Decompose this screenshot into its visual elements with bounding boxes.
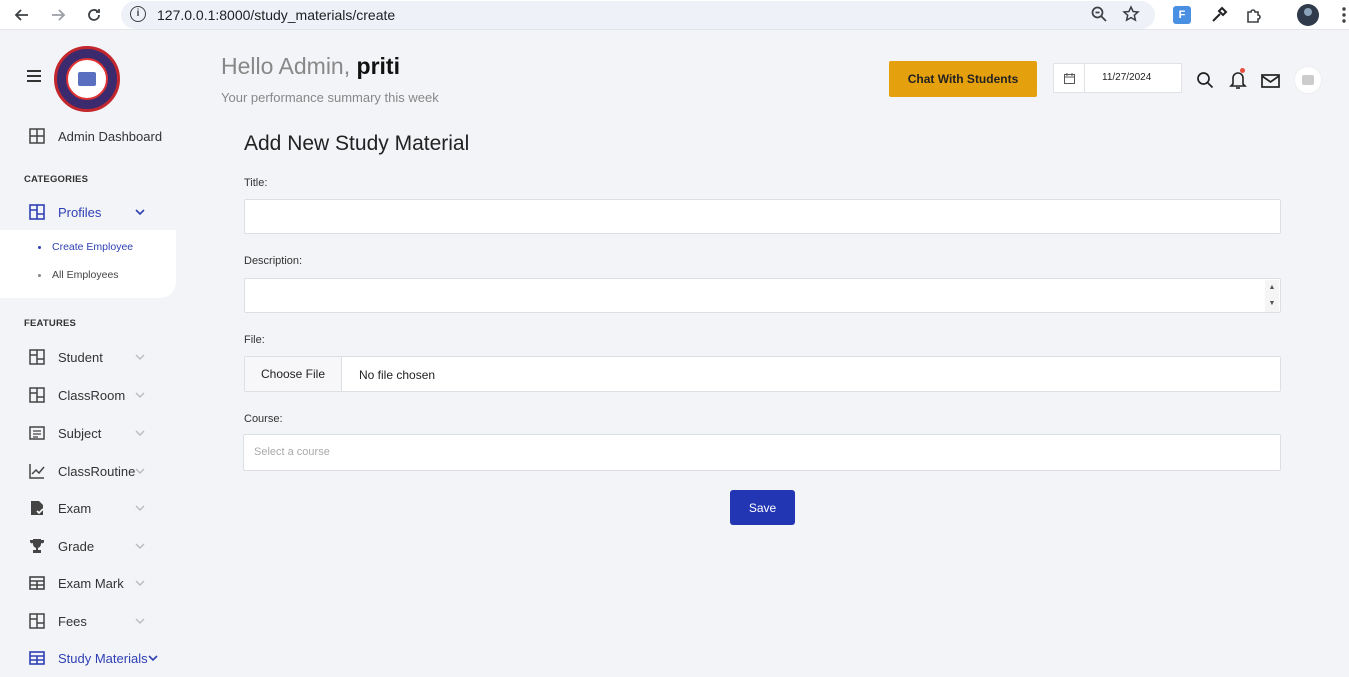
file-input[interactable]: Choose File No file chosen xyxy=(244,356,1281,392)
sidebar-item-subject[interactable]: Subject xyxy=(0,421,176,445)
course-placeholder: Select a course xyxy=(254,446,330,458)
sidebar-item-label: Profiles xyxy=(58,204,102,220)
mail-icon[interactable] xyxy=(1261,73,1281,93)
sidebar-item-label: Exam Mark xyxy=(58,575,124,591)
sidebar-item-label: Student xyxy=(58,349,103,365)
no-file-text: No file chosen xyxy=(359,368,436,382)
chevron-down-icon xyxy=(135,579,145,587)
extensions-puzzle-icon[interactable] xyxy=(1243,4,1265,26)
file-label: File: xyxy=(244,334,265,346)
sidebar-item-student[interactable]: Student xyxy=(0,345,176,369)
site-info-icon[interactable]: i xyxy=(130,6,146,22)
chevron-down-icon xyxy=(135,504,145,512)
sidebar-item-profiles[interactable]: Profiles xyxy=(0,200,176,224)
description-input[interactable]: ▲ ▼ xyxy=(244,278,1281,313)
trophy-icon xyxy=(29,538,45,554)
course-label: Course: xyxy=(244,413,283,425)
sidebar-item-label: ClassRoom xyxy=(58,387,126,403)
line-chart-icon xyxy=(29,463,45,479)
chevron-down-icon xyxy=(135,391,145,399)
bell-icon[interactable] xyxy=(1229,70,1249,90)
layout-icon xyxy=(29,613,45,629)
extension-f-icon[interactable]: F xyxy=(1173,6,1191,24)
browser-profile-avatar[interactable] xyxy=(1297,4,1319,26)
features-heading: FEATURES xyxy=(24,318,77,329)
sidebar-item-label: ClassRoutine xyxy=(58,463,136,479)
layout-icon xyxy=(29,387,45,403)
document-lines-icon xyxy=(29,425,45,441)
scroll-down-icon[interactable]: ▼ xyxy=(1265,296,1279,312)
sidebar-item-label: Study Materials xyxy=(58,650,148,666)
url-text[interactable]: 127.0.0.1:8000/study_materials/create xyxy=(157,7,395,23)
title-input[interactable] xyxy=(244,199,1281,234)
greeting: Hello Admin, priti xyxy=(221,53,400,80)
browser-toolbar: i 127.0.0.1:8000/study_materials/create … xyxy=(0,0,1349,30)
chevron-down-icon xyxy=(135,353,145,361)
sidebar: Admin Dashboard CATEGORIES Profiles Crea… xyxy=(0,38,176,677)
greeting-subtitle: Your performance summary this week xyxy=(221,90,439,105)
sidebar-item-fees[interactable]: Fees xyxy=(0,609,176,633)
sidebar-item-label: Grade xyxy=(58,538,95,554)
title-label: Title: xyxy=(244,177,268,189)
zoom-icon[interactable] xyxy=(1090,5,1110,25)
date-picker[interactable]: 11/27/2024 xyxy=(1053,63,1182,93)
save-button[interactable]: Save xyxy=(730,490,795,525)
chevron-down-icon xyxy=(135,542,145,550)
choose-file-button[interactable]: Choose File xyxy=(245,357,342,391)
scroll-up-icon[interactable]: ▲ xyxy=(1265,280,1279,296)
back-icon[interactable] xyxy=(11,4,33,26)
profiles-submenu: Create Employee All Employees xyxy=(0,230,176,298)
eyedropper-icon[interactable] xyxy=(1208,4,1230,26)
chevron-down-icon xyxy=(135,617,145,625)
date-value[interactable]: 11/27/2024 xyxy=(1102,72,1151,83)
chevron-down-icon xyxy=(135,467,145,475)
address-bar[interactable]: i 127.0.0.1:8000/study_materials/create xyxy=(121,1,1155,29)
sidebar-item-exam[interactable]: Exam xyxy=(0,496,176,520)
sidebar-item-exam-mark[interactable]: Exam Mark xyxy=(0,571,176,595)
school-logo xyxy=(54,46,120,112)
sidebar-item-classroutine[interactable]: ClassRoutine xyxy=(0,459,176,483)
notification-dot xyxy=(1240,68,1245,73)
grid-icon xyxy=(29,128,45,144)
sidebar-item-label: Exam xyxy=(58,500,92,516)
sidebar-item-classroom[interactable]: ClassRoom xyxy=(0,383,176,407)
chevron-down-icon xyxy=(135,429,145,437)
calendar-icon[interactable] xyxy=(1054,64,1085,92)
table-icon xyxy=(29,575,45,591)
form-title: Add New Study Material xyxy=(244,132,470,155)
greeting-prefix: Hello Admin, xyxy=(221,53,351,79)
browser-menu-icon[interactable] xyxy=(1333,4,1349,26)
categories-heading: CATEGORIES xyxy=(24,174,89,185)
hamburger-menu-icon[interactable] xyxy=(27,70,41,82)
chevron-down-icon xyxy=(135,208,145,216)
sidebar-item-admin-dashboard[interactable]: Admin Dashboard xyxy=(0,124,176,148)
submenu-item-all-employees[interactable]: All Employees xyxy=(38,269,119,281)
user-avatar[interactable] xyxy=(1294,66,1322,94)
file-check-icon xyxy=(29,500,45,516)
greeting-name: priti xyxy=(356,53,400,79)
sidebar-item-study-materials[interactable]: Study Materials xyxy=(0,646,176,670)
layout-icon xyxy=(29,349,45,365)
search-icon[interactable] xyxy=(1196,71,1216,91)
sidebar-item-label: Fees xyxy=(58,613,87,629)
table-icon xyxy=(29,650,45,666)
sidebar-item-label: Admin Dashboard xyxy=(58,128,163,144)
forward-icon[interactable] xyxy=(47,4,69,26)
chevron-down-icon xyxy=(148,654,158,662)
layout-icon xyxy=(29,204,45,220)
submenu-item-create-employee[interactable]: Create Employee xyxy=(37,241,133,253)
description-label: Description: xyxy=(244,255,303,267)
reload-icon[interactable] xyxy=(83,4,105,26)
course-select[interactable]: Select a course xyxy=(243,434,1281,471)
sidebar-item-grade[interactable]: Grade xyxy=(0,534,176,558)
scrollbar[interactable]: ▲ ▼ xyxy=(1265,280,1279,312)
bookmark-star-icon[interactable] xyxy=(1122,5,1142,25)
chat-with-students-button[interactable]: Chat With Students xyxy=(889,61,1037,97)
sidebar-item-label: Subject xyxy=(58,425,102,441)
